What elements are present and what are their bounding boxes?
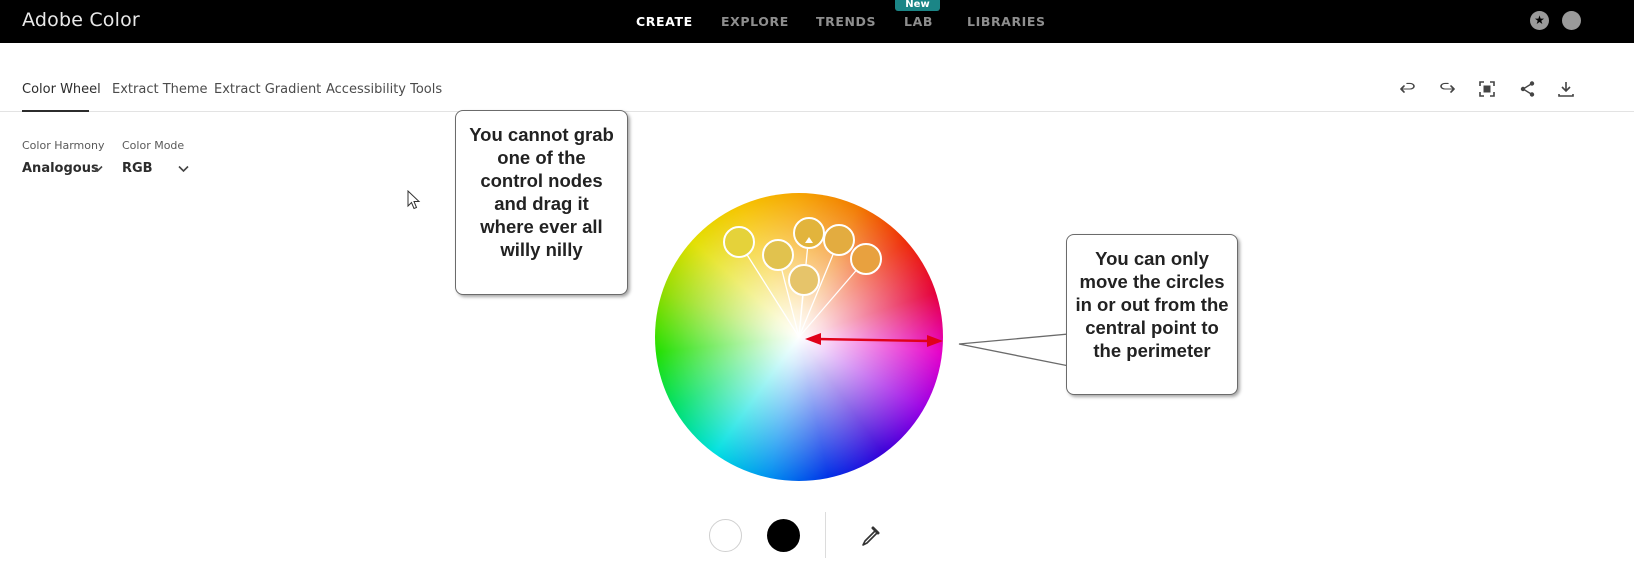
undo-icon[interactable] <box>1398 79 1418 99</box>
redo-icon[interactable] <box>1437 79 1457 99</box>
color-harmony-dropdown[interactable]: Analogous <box>22 161 106 181</box>
swatch-divider <box>825 512 826 558</box>
star-icon[interactable]: ★ <box>1530 11 1549 30</box>
nav-explore[interactable]: EXPLORE <box>721 14 789 29</box>
white-swatch[interactable] <box>709 519 742 552</box>
mouse-cursor-icon <box>407 190 421 210</box>
nav-create[interactable]: CREATE <box>636 14 693 29</box>
tab-color-wheel[interactable]: Color Wheel <box>22 82 101 97</box>
color-mode-dropdown[interactable]: RGB <box>122 161 192 181</box>
chevron-down-icon <box>92 165 103 173</box>
color-harmony-value: Analogous <box>22 161 99 176</box>
new-badge: New <box>895 0 940 11</box>
download-icon[interactable] <box>1556 79 1576 99</box>
nav-lab[interactable]: LAB <box>904 14 933 29</box>
tab-extract-gradient[interactable]: Extract Gradient <box>214 82 321 97</box>
color-mode-value: RGB <box>122 161 153 176</box>
eyedropper-icon[interactable] <box>858 524 882 548</box>
top-bar: Adobe Color CREATE EXPLORE TRENDS New LA… <box>0 0 1634 43</box>
annotation-callout-left: You cannot grab one of the control nodes… <box>455 110 628 295</box>
tab-accessibility-tools[interactable]: Accessibility Tools <box>326 82 442 97</box>
callout-pointer <box>958 333 1070 367</box>
share-icon[interactable] <box>1518 79 1538 99</box>
profile-icon[interactable] <box>1562 11 1581 30</box>
chevron-down-icon <box>178 165 189 173</box>
app-title[interactable]: Adobe Color <box>22 9 140 31</box>
nav-trends[interactable]: TRENDS <box>816 14 876 29</box>
color-wheel[interactable] <box>655 193 943 481</box>
active-tab-underline <box>22 110 89 112</box>
color-mode-label: Color Mode <box>122 139 185 152</box>
tab-divider <box>0 111 1634 112</box>
black-swatch[interactable] <box>767 519 800 552</box>
annotation-callout-right: You can only move the circles in or out … <box>1066 234 1238 395</box>
color-harmony-label: Color Harmony <box>22 139 105 152</box>
tab-extract-theme[interactable]: Extract Theme <box>112 82 208 97</box>
fullscreen-icon[interactable] <box>1477 79 1497 99</box>
nav-libraries[interactable]: LIBRARIES <box>967 14 1046 29</box>
